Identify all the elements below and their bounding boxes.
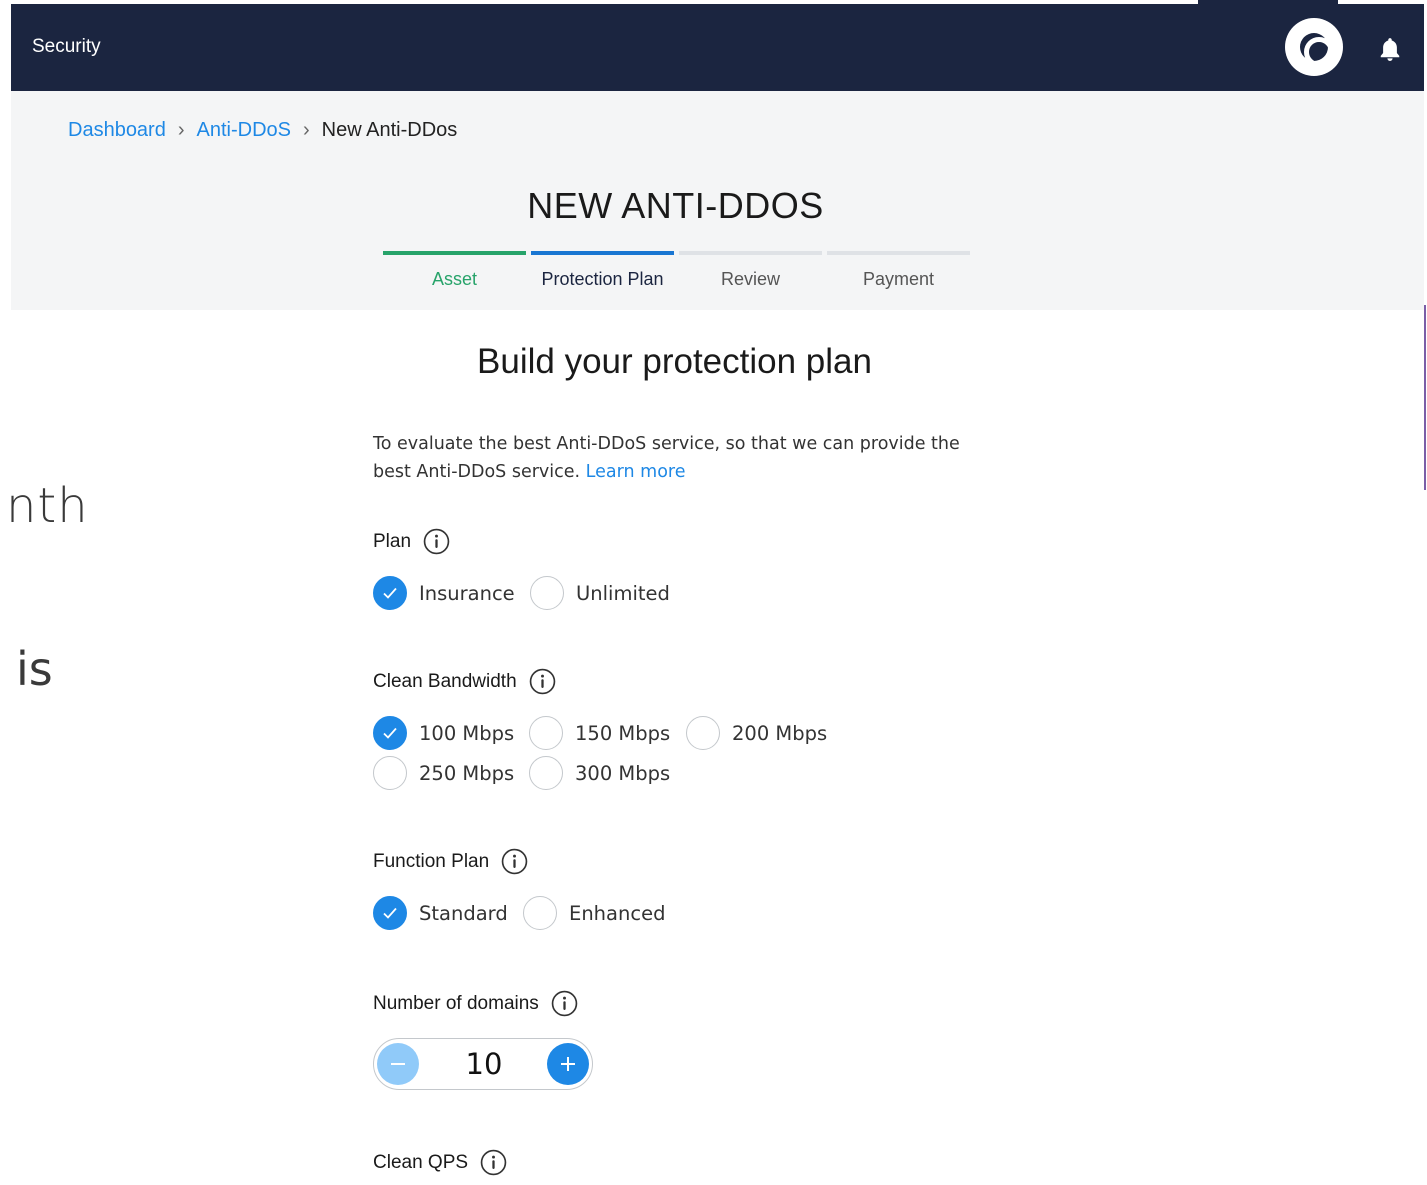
qps-label: Clean QPS: [373, 1149, 507, 1176]
domains-value[interactable]: 10: [434, 1047, 534, 1081]
bandwidth-option-150[interactable]: 150 Mbps: [529, 716, 670, 750]
step-progress-bar: [827, 251, 970, 255]
plan-label-text: Plan: [373, 530, 412, 552]
increment-button[interactable]: [547, 1043, 589, 1085]
qps-label-text: Clean QPS: [373, 1151, 469, 1173]
chevron-right-icon: ›: [303, 119, 310, 141]
step-label: Review: [720, 269, 781, 289]
background-text-fragment: nth: [6, 478, 89, 534]
bandwidth-option-200[interactable]: 200 Mbps: [686, 716, 827, 750]
bandwidth-option-300[interactable]: 300 Mbps: [529, 756, 670, 790]
info-icon[interactable]: [423, 528, 450, 555]
radio-checked-icon[interactable]: [373, 896, 407, 930]
learn-more-link[interactable]: Learn more: [586, 462, 686, 482]
intro-text: To evaluate the best Anti-DDoS service, …: [373, 430, 973, 486]
app-title: Security: [32, 36, 101, 57]
radio-unchecked-icon[interactable]: [523, 896, 557, 930]
chevron-right-icon: ›: [177, 119, 185, 141]
edge-divider: [1424, 305, 1426, 490]
breadcrumb-current: New Anti-DDos: [321, 119, 458, 141]
domains-label-text: Number of domains: [373, 992, 539, 1014]
radio-unchecked-icon[interactable]: [686, 716, 720, 750]
radio-unchecked-icon[interactable]: [373, 756, 407, 790]
step-label: Protection Plan: [541, 269, 664, 289]
function-option-enhanced[interactable]: Enhanced: [523, 896, 665, 930]
background-text-fragment: is: [16, 642, 53, 696]
option-label: 150 Mbps: [575, 721, 671, 745]
step-label: Payment: [862, 269, 935, 289]
step-protection-plan[interactable]: Protection Plan: [529, 251, 676, 290]
plan-option-insurance[interactable]: Insurance: [373, 576, 515, 610]
option-label: Standard: [419, 901, 508, 925]
top-navigation-bar: Security: [11, 4, 1424, 91]
function-option-standard[interactable]: Standard: [373, 896, 508, 930]
user-avatar[interactable]: [1285, 18, 1343, 76]
option-label: Enhanced: [569, 901, 666, 925]
bandwidth-option-250[interactable]: 250 Mbps: [373, 756, 514, 790]
option-label: 300 Mbps: [575, 761, 671, 785]
radio-checked-icon[interactable]: [373, 576, 407, 610]
option-label: 100 Mbps: [419, 721, 515, 745]
option-label: Insurance: [419, 581, 515, 605]
plan-option-unlimited[interactable]: Unlimited: [530, 576, 670, 610]
breadcrumb-dashboard[interactable]: Dashboard: [68, 119, 166, 142]
radio-unchecked-icon[interactable]: [530, 576, 564, 610]
step-progress-bar: [383, 251, 526, 255]
option-label: Unlimited: [576, 581, 670, 605]
info-icon[interactable]: [551, 990, 578, 1017]
bell-icon[interactable]: [1377, 36, 1403, 64]
radio-checked-icon[interactable]: [373, 716, 407, 750]
function-plan-label-text: Function Plan: [373, 850, 490, 872]
step-label: Asset: [431, 269, 478, 289]
function-plan-label: Function Plan: [373, 848, 528, 875]
bandwidth-label-text: Clean Bandwidth: [373, 670, 517, 692]
step-payment[interactable]: Payment: [825, 251, 972, 290]
step-progress-bar: [679, 251, 822, 255]
section-title: Build your protection plan: [477, 342, 872, 381]
step-asset[interactable]: Asset: [381, 251, 528, 290]
plan-label: Plan: [373, 528, 450, 555]
option-label: 200 Mbps: [732, 721, 828, 745]
step-review[interactable]: Review: [677, 251, 824, 290]
domains-label: Number of domains: [373, 990, 578, 1017]
wizard-header: Dashboard › Anti-DDoS › New Anti-DDos NE…: [11, 91, 1424, 310]
bandwidth-option-100[interactable]: 100 Mbps: [373, 716, 514, 750]
breadcrumb-anti-ddos[interactable]: Anti-DDoS: [197, 119, 291, 142]
page-title: NEW ANTI-DDOS: [527, 185, 824, 226]
info-icon[interactable]: [501, 848, 528, 875]
domains-stepper: 10: [373, 1038, 593, 1090]
decrement-button[interactable]: [377, 1043, 419, 1085]
info-icon[interactable]: [529, 668, 556, 695]
radio-unchecked-icon[interactable]: [529, 756, 563, 790]
option-label: 250 Mbps: [419, 761, 515, 785]
breadcrumb: Dashboard › Anti-DDoS › New Anti-DDos: [68, 119, 457, 142]
info-icon[interactable]: [480, 1149, 507, 1176]
radio-unchecked-icon[interactable]: [529, 716, 563, 750]
wizard-steps: Asset Protection Plan Review Payment: [381, 251, 973, 290]
step-progress-bar: [531, 251, 674, 255]
bandwidth-label: Clean Bandwidth: [373, 668, 556, 695]
